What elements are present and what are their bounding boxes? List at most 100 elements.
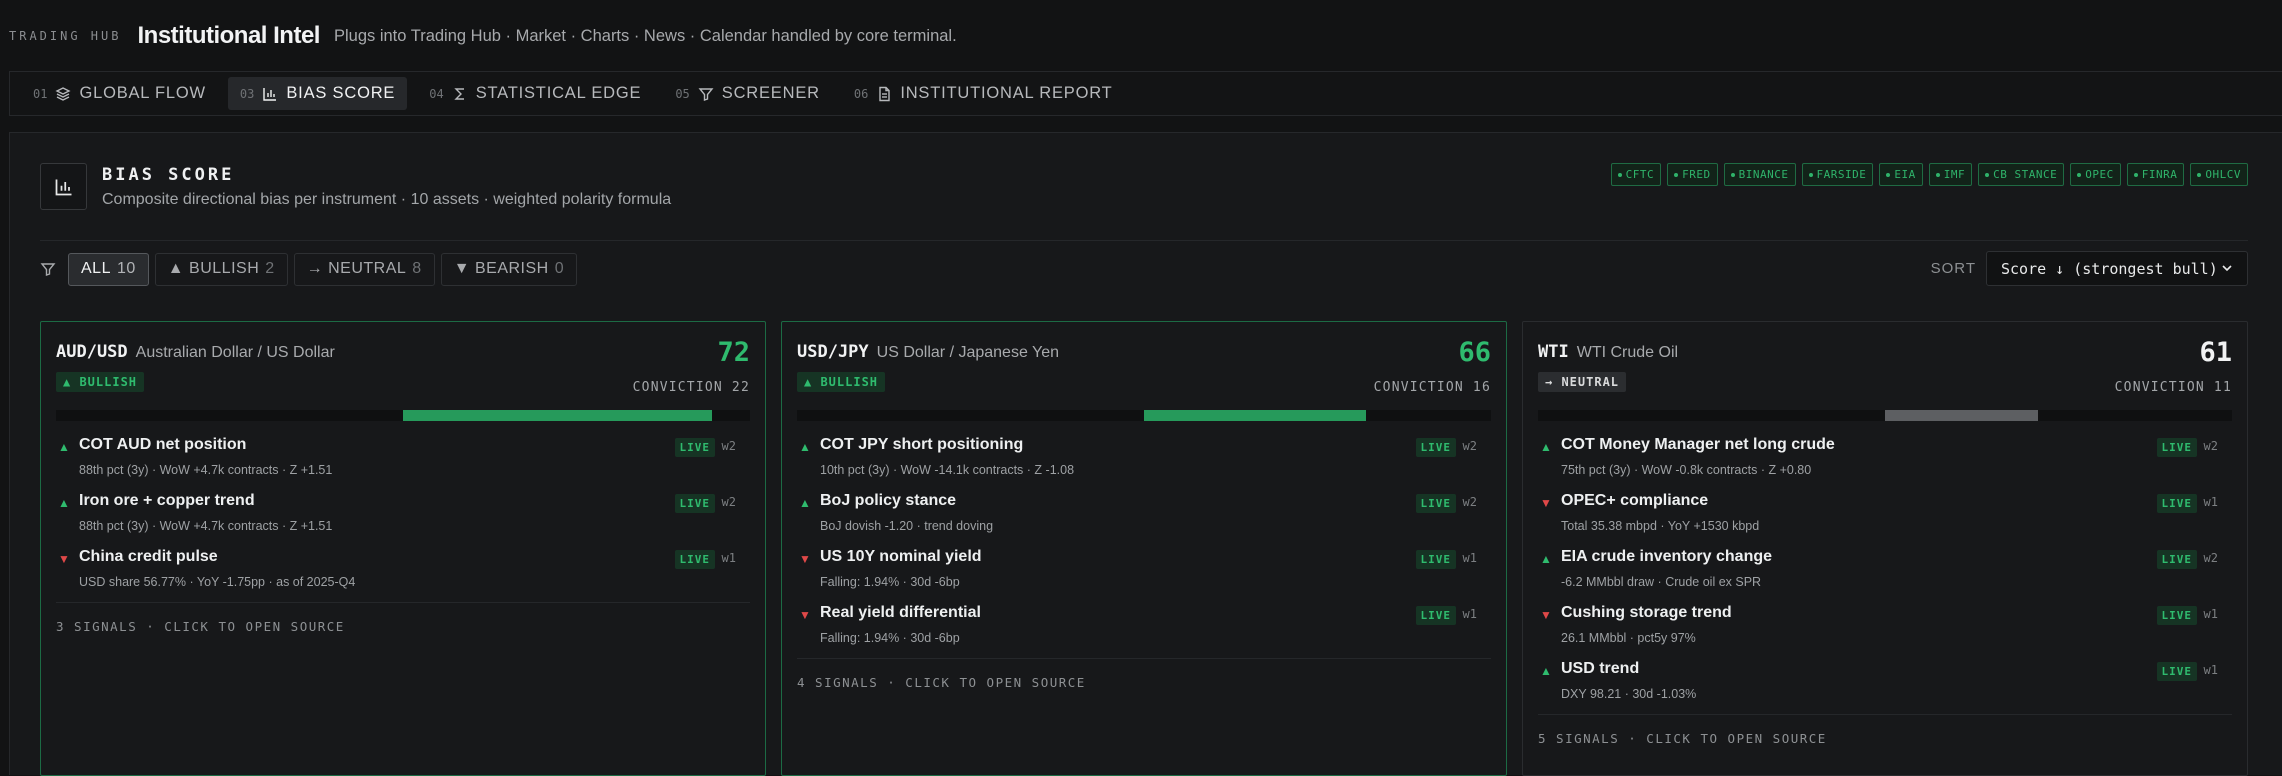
- signal-item[interactable]: ▼OPEC+ complianceTotal 35.38 mbpd · YoY …: [1538, 488, 2232, 544]
- signal-title: China credit pulse: [79, 548, 218, 566]
- asset-card[interactable]: AUD/USD Australian Dollar / US Dollar ▲ BU…: [40, 321, 766, 776]
- card-footer[interactable]: 3 SIGNALS · CLICK TO OPEN SOURCE: [56, 602, 750, 634]
- signal-item[interactable]: ▼US 10Y nominal yieldFalling: 1.94% · 30…: [797, 544, 1491, 600]
- tab-statistical-edge[interactable]: 04 STATISTICAL EDGE: [417, 77, 653, 110]
- source-badge: FARSIDE: [1802, 163, 1874, 186]
- card-footer[interactable]: 5 SIGNALS · CLICK TO OPEN SOURCE: [1538, 714, 2232, 746]
- arrow-up-icon: ▲: [58, 496, 70, 510]
- sort-select[interactable]: Score ↓ (strongest bull): [1986, 251, 2248, 286]
- signal-item[interactable]: ▲USD trendDXY 98.21 · 30d -1.03%LIVEw1: [1538, 656, 2232, 712]
- tab-number: 05: [675, 87, 689, 101]
- signal-meta: DXY 98.21 · 30d -1.03%: [1561, 687, 1696, 701]
- bias-bar: [1538, 410, 2232, 421]
- signal-weight: w1: [2204, 495, 2218, 509]
- tab-bar: 01 GLOBAL FLOW 03 BIAS SCORE 04 STATISTI…: [9, 71, 2282, 116]
- live-badge: LIVE: [675, 438, 716, 457]
- filter-bullish[interactable]: ▲ BULLISH2: [155, 253, 288, 286]
- live-badge: LIVE: [675, 494, 716, 513]
- arrow-up-icon: ▲: [1540, 552, 1552, 566]
- signal-meta: 88th pct (3y) · WoW +4.7k contracts · Z …: [79, 519, 332, 533]
- signal-item[interactable]: ▲EIA crude inventory change-6.2 MMbbl dr…: [1538, 544, 2232, 600]
- signal-item[interactable]: ▼Real yield differentialFalling: 1.94% ·…: [797, 600, 1491, 656]
- bias-score: 72: [717, 337, 750, 368]
- tab-bias-score[interactable]: 03 BIAS SCORE: [228, 77, 407, 110]
- tab-label: STATISTICAL EDGE: [476, 84, 642, 103]
- asset-card[interactable]: WTIWTI Crude Oil→ NEUTRAL61CONVICTION 11…: [1522, 321, 2248, 776]
- signal-item[interactable]: ▲ COT Money Manager net long crude 75th pc…: [1538, 432, 2232, 488]
- live-badge: LIVE: [1416, 438, 1457, 457]
- asset-name: Australian Dollar / US Dollar: [136, 344, 335, 361]
- arrow-up-icon: ▲: [799, 496, 811, 510]
- signal-list: ▲ COT AUD net position 88th pct (3y) · WoW…: [56, 432, 750, 600]
- bias-bar-fill: [1144, 410, 1366, 421]
- source-badge: OPEC: [2070, 163, 2121, 186]
- bias-score: 61: [2199, 337, 2232, 368]
- panel-title: BIAS SCORE: [102, 165, 234, 185]
- live-badge: LIVE: [2157, 494, 2198, 513]
- signal-weight: w2: [2204, 551, 2218, 565]
- arrow-up-icon: ▲: [58, 440, 70, 454]
- asset-card[interactable]: USD/JPYUS Dollar / Japanese Yen▲ BULLISH…: [781, 321, 1507, 776]
- signal-title: COT Money Manager net long crude: [1561, 436, 1835, 454]
- signal-item[interactable]: ▼China credit pulseUSD share 56.77% · Yo…: [56, 544, 750, 600]
- bias-bar-fill: [1885, 410, 2038, 421]
- signal-weight: w1: [1463, 607, 1477, 621]
- tab-institutional-report[interactable]: 06 INSTITUTIONAL REPORT: [842, 77, 1125, 110]
- signal-item[interactable]: ▲COT JPY short positioning10th pct (3y) …: [797, 432, 1491, 488]
- arrow-down-icon: ▼: [1540, 496, 1552, 510]
- panel-header: BIAS SCORE Composite directional bias pe…: [40, 163, 2248, 241]
- tab-number: 04: [429, 87, 443, 101]
- source-badge: EIA: [1879, 163, 1922, 186]
- live-badge: LIVE: [2157, 438, 2198, 457]
- signal-item[interactable]: ▲BoJ policy stanceBoJ dovish -1.20 · tre…: [797, 488, 1491, 544]
- signal-item[interactable]: ▼Cushing storage trend26.1 MMbbl · pct5y…: [1538, 600, 2232, 656]
- asset-card-grid: AUD/USD Australian Dollar / US Dollar ▲ BU…: [40, 321, 2282, 776]
- tab-screener[interactable]: 05 SCREENER: [663, 77, 832, 110]
- asset-symbol: WTI: [1538, 342, 1569, 362]
- conviction-label: CONVICTION 22: [633, 380, 750, 395]
- signal-title: USD trend: [1561, 660, 1639, 678]
- filter-neutral[interactable]: → NEUTRAL8: [294, 253, 435, 286]
- source-badge: IMF: [1929, 163, 1972, 186]
- asset-name: WTI Crude Oil: [1577, 344, 1678, 361]
- conviction-label: CONVICTION 11: [2115, 380, 2232, 395]
- live-badge: LIVE: [2157, 550, 2198, 569]
- live-badge: LIVE: [675, 550, 716, 569]
- bar-chart-icon: [40, 163, 87, 210]
- arrow-up-icon: ▲: [799, 440, 811, 454]
- signal-item[interactable]: ▲COT AUD net position88th pct (3y) · WoW…: [56, 432, 750, 488]
- filter-icon: [698, 86, 714, 102]
- arrow-up-icon: ▲: [1540, 440, 1552, 454]
- live-badge: LIVE: [2157, 606, 2198, 625]
- tab-global-flow[interactable]: 01 GLOBAL FLOW: [21, 77, 218, 110]
- sigma-icon: [452, 86, 468, 102]
- live-badge: LIVE: [2157, 662, 2198, 681]
- card-header: WTIWTI Crude Oil→ NEUTRAL61CONVICTION 11: [1538, 342, 2232, 402]
- source-badge: FRED: [1667, 163, 1718, 186]
- bias-badge: ▲ BULLISH: [56, 372, 144, 392]
- filter-bearish[interactable]: ▼ BEARISH0: [441, 253, 577, 286]
- card-footer[interactable]: 4 SIGNALS · CLICK TO OPEN SOURCE: [797, 658, 1491, 690]
- signal-title: Real yield differential: [820, 604, 981, 622]
- arrow-down-icon: ▼: [1540, 608, 1552, 622]
- signal-meta: 75th pct (3y) · WoW -0.8k contracts · Z …: [1561, 463, 1811, 477]
- source-badge: CB STANCE: [1978, 163, 2064, 186]
- bar-chart-icon: [262, 86, 278, 102]
- live-badge: LIVE: [1416, 550, 1457, 569]
- asset-symbol: AUD/USD: [56, 342, 128, 362]
- signal-meta: 10th pct (3y) · WoW -14.1k contracts · Z…: [820, 463, 1074, 477]
- conviction-label: CONVICTION 16: [1374, 380, 1491, 395]
- signal-title: COT AUD net position: [79, 436, 246, 454]
- filter-all[interactable]: ALL10: [68, 253, 149, 286]
- signal-item[interactable]: ▲ Iron ore + copper trend 88th pct (3y) · …: [56, 488, 750, 544]
- page-subtitle: Plugs into Trading Hub · Market · Charts…: [334, 27, 957, 46]
- signal-meta: Falling: 1.94% · 30d -6bp: [820, 631, 960, 645]
- arrow-down-icon: ▼: [58, 552, 70, 566]
- sort-value: Score ↓ (strongest bull): [2001, 260, 2218, 278]
- signal-title: Iron ore + copper trend: [79, 492, 255, 510]
- live-badge: LIVE: [1416, 606, 1457, 625]
- signal-meta: Falling: 1.94% · 30d -6bp: [820, 575, 960, 589]
- signal-title: EIA crude inventory change: [1561, 548, 1772, 566]
- signal-list: ▲ COT Money Manager net long crude 75th pc…: [1538, 432, 2232, 712]
- bias-bar-fill: [403, 410, 712, 421]
